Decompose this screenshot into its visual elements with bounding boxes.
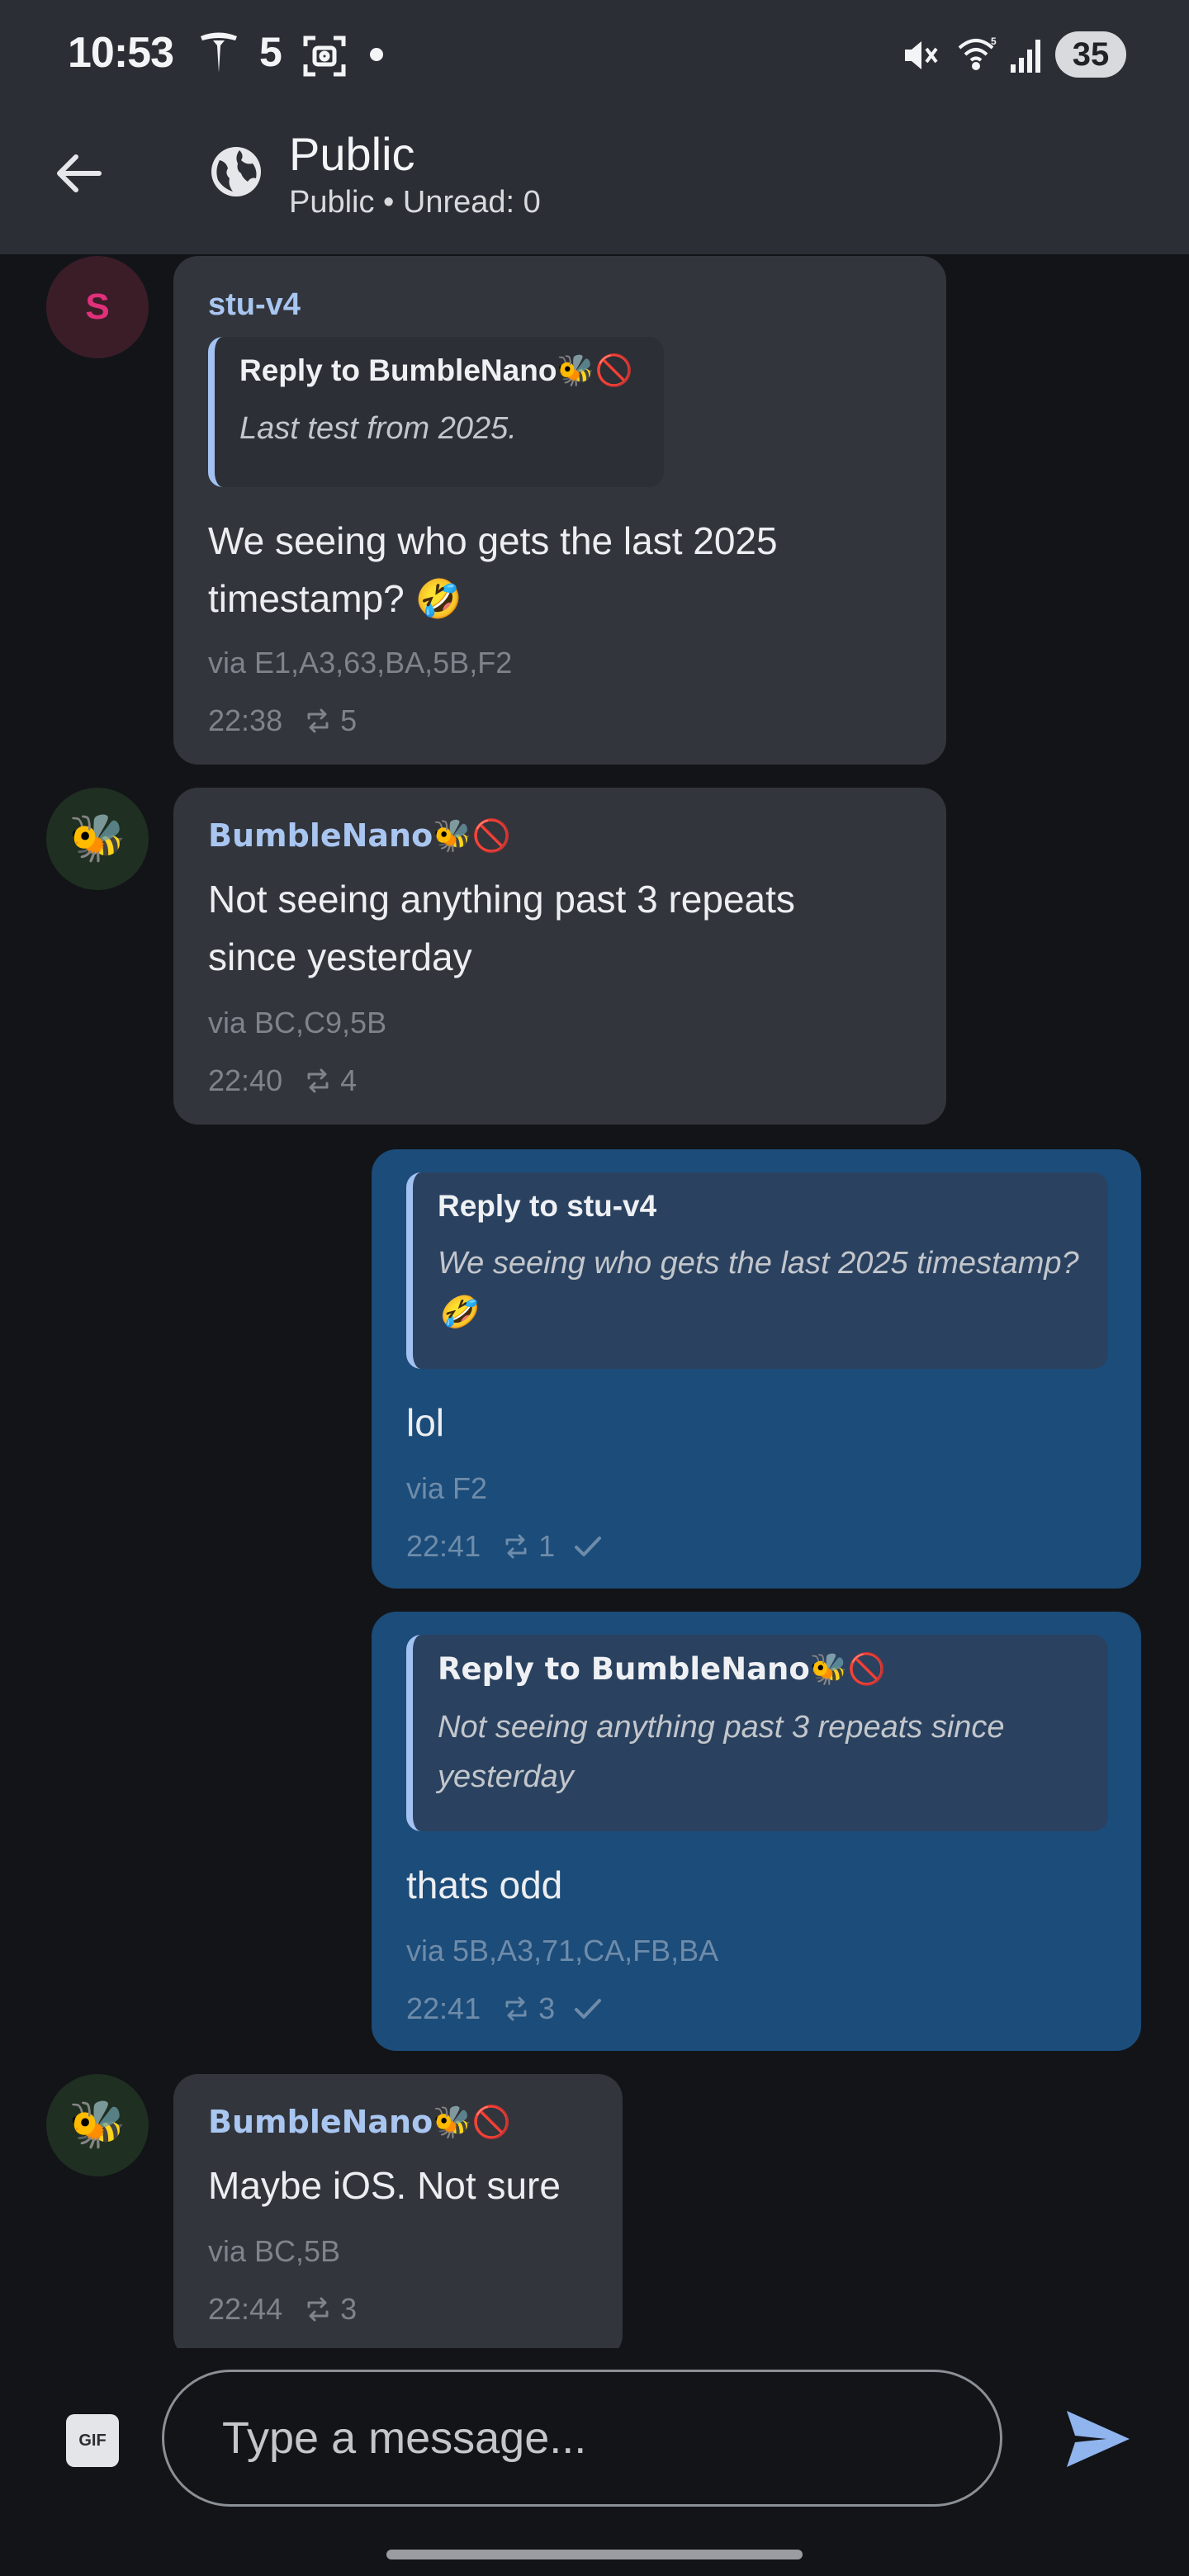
message-bubble-outgoing[interactable]: Reply to BumbleNano🐝🚫 Not seeing anythin…	[372, 1612, 1141, 2051]
sender-name[interactable]: stu-v4	[208, 287, 301, 323]
top-bar: 10:53 5 5 35 Public Public • Unread: 0	[0, 0, 1189, 254]
message-text: Not seeing anything past 3 repeats since…	[208, 878, 795, 978]
sender-name[interactable]: BumbleNano🐝🚫	[208, 2104, 511, 2141]
arrow-back-icon[interactable]	[50, 144, 109, 203]
channel-subtitle: Public • Unread: 0	[289, 185, 541, 220]
repeat-icon	[307, 2297, 329, 2322]
globe-icon	[211, 147, 261, 197]
reply-title: Reply to BumbleNano🐝🚫	[239, 353, 633, 387]
route-path: via BC,5B	[208, 2234, 341, 2268]
app-bar: Public Public • Unread: 0	[0, 109, 1189, 254]
message-time: 22:40	[208, 1063, 283, 1097]
route-path: via E1,A3,63,BA,5B,F2	[208, 646, 513, 680]
message-text: thats odd	[406, 1863, 563, 1906]
repeat-icon	[307, 708, 329, 733]
mute-icon	[905, 41, 938, 69]
repeat-icon	[307, 1068, 329, 1093]
check-icon	[575, 1537, 602, 1556]
message-meta: 22:44 3	[208, 2292, 357, 2327]
screenshot-icon	[303, 36, 346, 77]
message-bubble-outgoing[interactable]: Reply to stu-v4 We seeing who gets the l…	[372, 1149, 1141, 1589]
repeat-icon	[505, 1534, 527, 1559]
repeat-count: 1	[538, 1529, 556, 1563]
message-input[interactable]	[162, 2370, 1002, 2507]
status-bar: 10:53 5 5 35	[0, 0, 1189, 109]
route-path: via 5B,A3,71,CA,FB,BA	[406, 1934, 719, 1968]
reply-text: We seeing who gets the last 2025 timesta…	[438, 1246, 1079, 1330]
reply-quote[interactable]: Reply to BumbleNano🐝🚫 Not seeing anythin…	[406, 1635, 1108, 1831]
message-composer: GIF	[0, 2348, 1189, 2576]
message-time: 22:41	[406, 1991, 481, 2025]
wifi-icon: 5	[958, 36, 997, 70]
tesla-icon	[201, 32, 237, 73]
battery-indicator: 35	[1055, 31, 1126, 78]
message-time: 22:41	[406, 1529, 481, 1563]
reply-title: Reply to stu-v4	[438, 1189, 657, 1223]
message-meta: 22:41 1	[406, 1529, 604, 1564]
message-meta: 22:41 3	[406, 1991, 604, 2026]
repeat-count: 3	[340, 2292, 358, 2326]
avatar[interactable]: 🐝	[46, 788, 149, 890]
repeat-count: 4	[340, 1063, 358, 1097]
repeat-count: 3	[538, 1991, 556, 2025]
chat-screen: 10:53 5 5 35 Public Public • Unread: 0 S…	[0, 0, 1189, 2576]
reply-text: Last test from 2025.	[239, 411, 517, 446]
sender-name[interactable]: BumbleNano🐝🚫	[208, 817, 511, 855]
channel-title: Public	[289, 128, 415, 180]
message-time: 22:44	[208, 2292, 283, 2326]
route-path: via F2	[406, 1471, 488, 1505]
message-list[interactable]: S stu-v4 Reply to BumbleNano🐝🚫 Last test…	[0, 254, 1189, 2348]
message-text: We seeing who gets the last 2025 timesta…	[208, 519, 778, 620]
gif-button[interactable]: GIF	[66, 2414, 119, 2467]
message-text: lol	[406, 1401, 445, 1444]
avatar[interactable]: 🐝	[46, 2074, 149, 2176]
check-icon	[575, 1999, 602, 2019]
repeat-count: 5	[340, 703, 358, 737]
reply-text: Not seeing anything past 3 repeats since…	[438, 1710, 1005, 1794]
message-meta: 22:40 4	[208, 1063, 357, 1098]
notification-dot	[370, 48, 383, 61]
message-bubble-incoming[interactable]: stu-v4 Reply to BumbleNano🐝🚫 Last test f…	[173, 256, 946, 765]
send-icon[interactable]	[1063, 2408, 1133, 2470]
reply-quote[interactable]: Reply to BumbleNano🐝🚫 Last test from 202…	[208, 337, 664, 487]
message-time: 22:38	[208, 703, 283, 737]
status-time: 10:53	[68, 29, 174, 77]
message-text: Maybe iOS. Not sure	[208, 2164, 561, 2207]
notification-count: 5	[259, 29, 282, 75]
message-bubble-incoming[interactable]: BumbleNano🐝🚫 Maybe iOS. Not sure via BC,…	[173, 2074, 623, 2348]
svg-text:5: 5	[991, 36, 997, 47]
message-bubble-incoming[interactable]: BumbleNano🐝🚫 Not seeing anything past 3 …	[173, 788, 946, 1125]
reply-quote[interactable]: Reply to stu-v4 We seeing who gets the l…	[406, 1172, 1108, 1369]
repeat-icon	[505, 1996, 527, 2021]
message-meta: 22:38 5	[208, 703, 357, 738]
avatar[interactable]: S	[46, 256, 149, 358]
home-indicator[interactable]	[386, 2550, 803, 2559]
reply-title: Reply to BumbleNano🐝🚫	[438, 1651, 886, 1687]
signal-icon	[1011, 40, 1040, 73]
route-path: via BC,C9,5B	[208, 1006, 387, 1039]
